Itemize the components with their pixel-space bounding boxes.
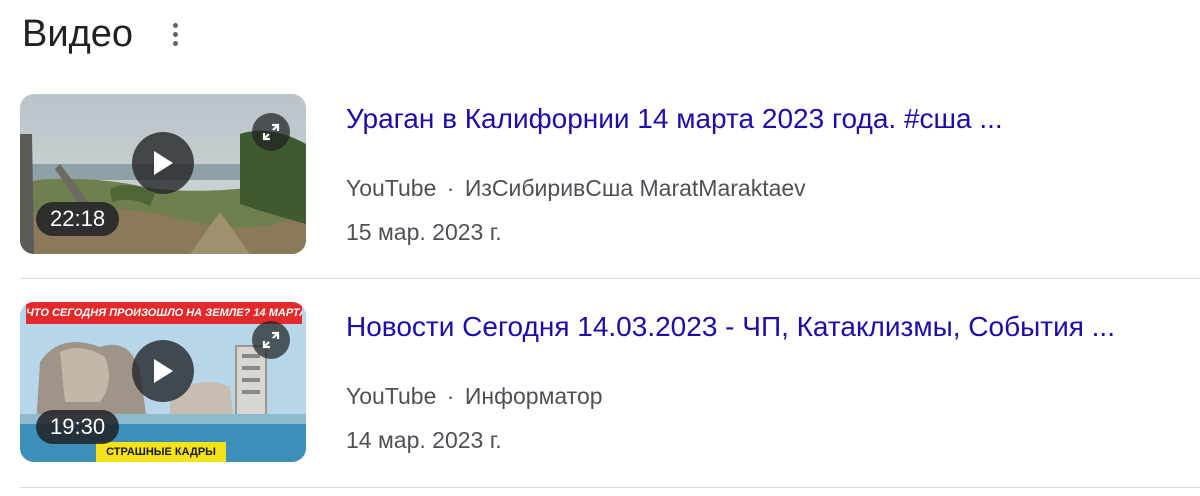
video-title-link[interactable]: Ураган в Калифорнии 14 марта 2023 года. …: [346, 101, 1003, 137]
thumbnail-banner-top: ЧТО СЕГОДНЯ ПРОИЗОШЛО НА ЗЕМЛЕ? 14 МАРТА: [26, 302, 302, 324]
channel-name: Информатор: [464, 383, 603, 409]
duration-badge: 19:30: [36, 410, 120, 444]
video-result: 22:18 Ураган в Калифорнии 14 марта 2023 …: [20, 94, 1200, 262]
video-meta: YouTube · ИзСибиривСша MaratMaraktaev: [346, 173, 806, 203]
channel-name: ИзСибиривСша MaratMaraktaev: [464, 175, 806, 201]
more-vert-icon[interactable]: [163, 14, 187, 54]
play-icon[interactable]: [132, 340, 194, 402]
duration-badge: 22:18: [36, 202, 120, 236]
meta-separator: ·: [446, 383, 455, 409]
thumbnail-banner-bottom: СТРАШНЫЕ КАДРЫ: [96, 442, 226, 462]
video-meta: YouTube · Информатор: [346, 381, 603, 411]
video-thumbnail[interactable]: 22:18: [20, 94, 306, 254]
divider: [20, 278, 1200, 279]
meta-separator: ·: [446, 175, 455, 201]
video-thumbnail[interactable]: ЧТО СЕГОДНЯ ПРОИЗОШЛО НА ЗЕМЛЕ? 14 МАРТА…: [20, 302, 306, 462]
video-title-link[interactable]: Новости Сегодня 14.03.2023 - ЧП, Катакли…: [346, 309, 1115, 345]
play-icon[interactable]: [132, 132, 194, 194]
expand-icon[interactable]: [252, 113, 290, 151]
expand-icon[interactable]: [252, 321, 290, 359]
source-label: YouTube: [346, 383, 437, 409]
publish-date: 14 мар. 2023 г.: [346, 427, 502, 453]
section-title: Видео: [22, 13, 134, 55]
section-header: Видео: [22, 10, 187, 58]
publish-date: 15 мар. 2023 г.: [346, 219, 502, 245]
source-label: YouTube: [346, 175, 437, 201]
divider: [20, 487, 1200, 488]
video-result: ЧТО СЕГОДНЯ ПРОИЗОШЛО НА ЗЕМЛЕ? 14 МАРТА…: [20, 302, 1200, 470]
